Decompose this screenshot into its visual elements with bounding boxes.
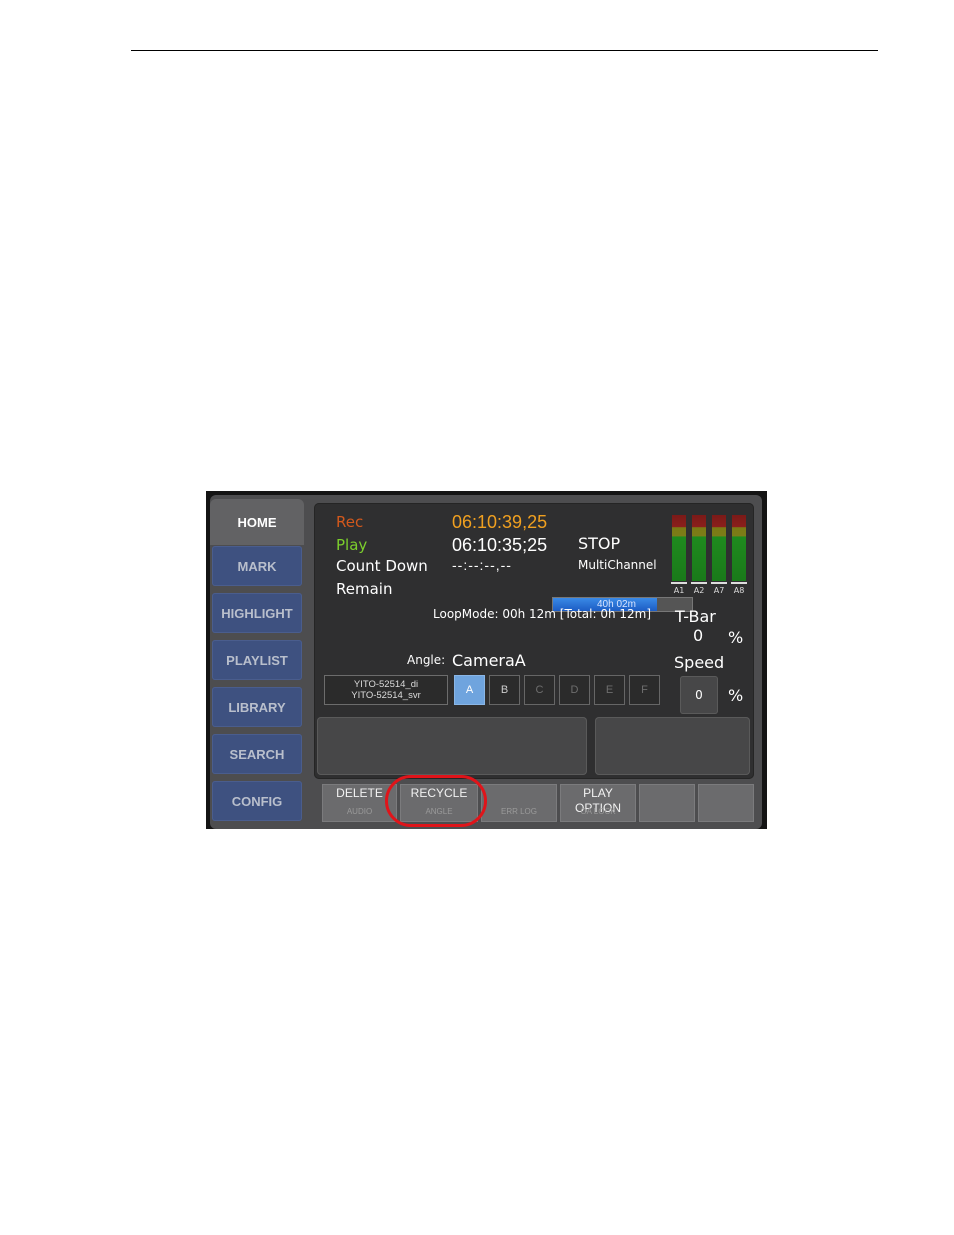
meter-cap <box>731 582 747 584</box>
play-label: Play <box>336 536 368 554</box>
err-log-button[interactable]: ERR LOG <box>481 784 557 822</box>
recycle-highlight-callout <box>385 775 487 827</box>
clip-name-1: YITO-52514_di <box>353 679 419 690</box>
tbar-label: T-Bar <box>675 607 716 626</box>
meter-cap <box>671 582 687 584</box>
angle-button-c[interactable]: C <box>524 675 555 705</box>
angle-button-e[interactable]: E <box>594 675 625 705</box>
tab-playlist[interactable]: PLAYLIST <box>212 640 302 680</box>
meter-cap <box>691 582 707 584</box>
meter-label-a7: A7 <box>713 586 725 595</box>
meter-label-a8: A8 <box>733 586 745 595</box>
audio-meter-a2 <box>691 515 707 584</box>
button-primary-label <box>481 786 557 801</box>
audio-meter-a1 <box>671 515 687 584</box>
button-primary-label <box>639 786 695 801</box>
play-timecode: 06:10:35;25 <box>452 535 548 555</box>
remain-label: Remain <box>336 580 393 598</box>
meter-label-a1: A1 <box>673 586 685 595</box>
right-sub-panel <box>595 717 750 775</box>
angle-button-a[interactable]: A <box>454 675 485 705</box>
button-primary-label: PLAY OPTION <box>574 786 621 815</box>
function-button-5[interactable] <box>639 784 695 822</box>
button-secondary-label: OA LOCK <box>580 807 616 816</box>
page-header-rule <box>131 50 878 51</box>
rec-label: Rec <box>336 513 364 531</box>
tab-home[interactable]: HOME <box>210 499 304 545</box>
loopmode-text: LoopMode: 00h 12m [Total: 0h 12m] <box>433 607 652 621</box>
countdown-timecode: --:--:--,-- <box>452 557 512 573</box>
function-button-6[interactable] <box>698 784 754 822</box>
angle-value: CameraA <box>452 651 526 670</box>
left-sub-panel <box>317 717 587 775</box>
tab-search[interactable]: SEARCH <box>212 734 302 774</box>
rec-timecode: 06:10:39,25 <box>452 512 548 532</box>
speed-unit: % <box>728 686 744 705</box>
meter-label-a2: A2 <box>693 586 705 595</box>
clip-name-2: YITO-52514_svr <box>351 690 421 701</box>
angle-button-d[interactable]: D <box>559 675 590 705</box>
meter-cap <box>711 582 727 584</box>
angle-button-f[interactable]: F <box>629 675 660 705</box>
angle-button-b[interactable]: B <box>489 675 520 705</box>
button-secondary-label: ERR LOG <box>500 807 537 816</box>
button-primary-label <box>698 786 754 801</box>
home-panel: Rec 06:10:39,25 Play 06:10:35;25 STOP Co… <box>314 503 754 779</box>
device-screen: HOME MARK HIGHLIGHT PLAYLIST LIBRARY SEA… <box>206 491 767 829</box>
tab-mark[interactable]: MARK <box>212 546 302 586</box>
transport-state: STOP <box>578 534 621 553</box>
tab-highlight[interactable]: HIGHLIGHT <box>212 593 302 633</box>
angle-label: Angle: <box>407 653 446 667</box>
tab-library[interactable]: LIBRARY <box>212 687 302 727</box>
angle-clip-list[interactable]: YITO-52514_di YITO-52514_svr <box>324 675 448 705</box>
speed-input[interactable]: 0 <box>680 676 718 714</box>
speed-label: Speed <box>674 653 725 672</box>
audio-meter-a7 <box>711 515 727 584</box>
play-option-button[interactable]: PLAY OPTION OA LOCK <box>560 784 636 822</box>
tbar-unit: % <box>728 628 744 647</box>
tbar-value: 0 <box>693 626 704 645</box>
countdown-label: Count Down <box>336 557 428 575</box>
channel-mode: MultiChannel <box>578 558 657 572</box>
tab-config[interactable]: CONFIG <box>212 781 302 821</box>
audio-meter-a8 <box>731 515 747 584</box>
